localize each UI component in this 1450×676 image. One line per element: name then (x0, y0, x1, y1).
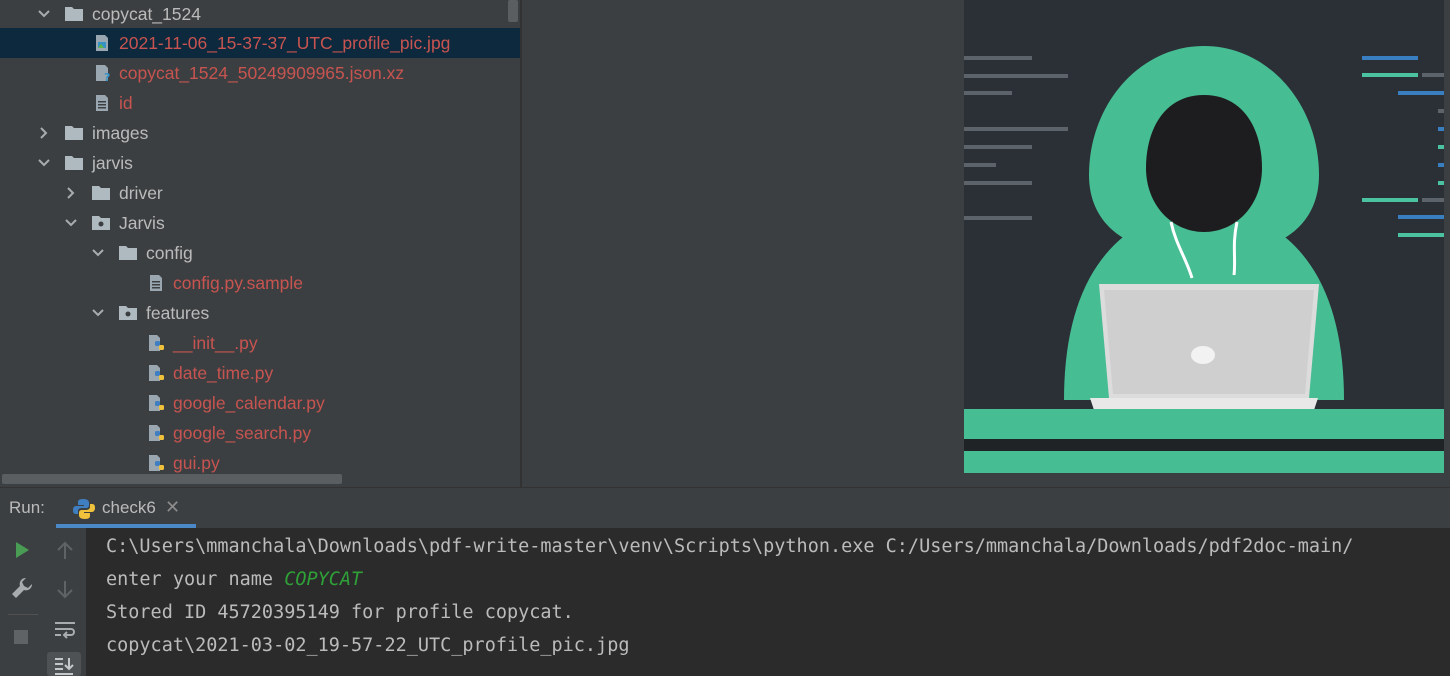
python-file-icon (149, 395, 164, 411)
tree-item-label: config.py.sample (173, 273, 304, 293)
tree-item-label: google_search.py (173, 423, 312, 443)
tree-folder-jarvis[interactable]: jarvis (0, 148, 520, 178)
run-console-output[interactable]: C:\Users\mmanchala\Downloads\pdf-write-m… (86, 528, 1450, 676)
wrench-icon[interactable] (10, 576, 34, 600)
package-folder-icon (92, 216, 110, 230)
tree-item-label: __init__.py (173, 333, 258, 353)
tree-folder-driver[interactable]: driver (0, 178, 520, 208)
tree-file-date-time-py[interactable]: date_time.py (0, 358, 520, 388)
tree-package-features[interactable]: features (0, 298, 520, 328)
python-file-icon (149, 455, 164, 471)
folder-icon (65, 126, 83, 140)
tree-folder-copycat-1524[interactable]: copycat_1524 (0, 0, 520, 29)
tree-item-label: copycat_1524 (92, 4, 201, 24)
stop-icon[interactable] (12, 628, 30, 646)
rerun-icon[interactable] (12, 540, 32, 560)
text-file-icon (96, 95, 108, 111)
chevron-right-icon[interactable] (36, 125, 52, 141)
chevron-right-icon[interactable] (63, 185, 79, 201)
tree-item-label: id (119, 93, 133, 113)
console-line: copycat\2021-03-02_19-57-22_UTC_profile_… (106, 635, 630, 656)
text-file-icon (150, 275, 162, 291)
tree-file-profile-pic[interactable]: 2021-11-06_15-37-37_UTC_profile_pic.jpg (0, 28, 520, 58)
tree-item-label: date_time.py (173, 363, 274, 383)
tree-file-id[interactable]: id (0, 88, 520, 118)
tree-package-jarvis[interactable]: Jarvis (0, 208, 520, 238)
chevron-down-icon[interactable] (36, 155, 52, 171)
chevron-down-icon[interactable] (90, 245, 106, 261)
scroll-to-end-toggle[interactable] (47, 652, 81, 676)
toolbar-separator (8, 614, 38, 615)
package-folder-icon (119, 306, 137, 320)
tree-item-label: gui.py (173, 453, 220, 473)
scroll-to-end-icon (55, 658, 74, 675)
image-file-icon (96, 35, 108, 51)
arrow-down-icon[interactable] (54, 578, 76, 600)
console-line: C:\Users\mmanchala\Downloads\pdf-write-m… (106, 536, 1354, 557)
folder-icon (65, 7, 83, 21)
close-tab-icon[interactable]: ✕ (165, 497, 180, 518)
tree-item-label: config (146, 243, 193, 263)
folder-icon (92, 186, 110, 200)
tree-file-google-calendar-py[interactable]: google_calendar.py (0, 388, 520, 418)
tree-item-label: google_calendar.py (173, 393, 325, 413)
unknown-file-icon: ? (96, 65, 110, 82)
tree-folder-images[interactable]: images (0, 118, 520, 148)
console-line: Stored ID 45720395149 for profile copyca… (106, 602, 574, 623)
console-line: enter your name COPYCAT (106, 569, 362, 590)
chevron-down-icon[interactable] (90, 305, 106, 321)
tree-item-label: copycat_1524_50249909965.json.xz (119, 63, 405, 83)
tree-item-label: driver (119, 183, 163, 203)
svg-text:?: ? (104, 71, 110, 82)
chevron-down-icon[interactable] (36, 6, 52, 22)
console-user-input: COPYCAT (284, 569, 363, 590)
chevron-down-icon[interactable] (63, 215, 79, 231)
folder-icon (65, 156, 83, 170)
tree-item-label: Jarvis (119, 213, 165, 233)
tree-item-label: features (146, 303, 210, 323)
python-file-icon (149, 425, 164, 441)
folder-icon (119, 246, 137, 260)
python-file-icon (149, 365, 164, 381)
python-icon (73, 499, 95, 519)
tree-folder-config[interactable]: config (0, 238, 520, 268)
tree-file-google-search-py[interactable]: google_search.py (0, 418, 520, 448)
tree-vertical-scrollbar[interactable] (508, 0, 518, 22)
arrow-up-icon[interactable] (54, 540, 76, 562)
tree-file-json-xz[interactable]: ? copycat_1524_50249909965.json.xz (0, 58, 520, 88)
image-preview (964, 0, 1444, 473)
tree-horizontal-scrollbar[interactable] (2, 474, 342, 484)
python-file-icon (149, 335, 164, 351)
run-panel-title: Run: (9, 498, 45, 517)
console-prompt: enter your name (106, 569, 285, 590)
run-panel-header: Run: check6 ✕ (0, 487, 1450, 528)
tree-file-init-py[interactable]: __init__.py (0, 328, 520, 358)
tree-item-label: images (92, 123, 149, 143)
tree-file-config-sample[interactable]: config.py.sample (0, 268, 520, 298)
tree-item-label: jarvis (92, 153, 133, 173)
project-tree[interactable]: copycat_1524 2021-11-06_15-37-37_UTC_pro… (0, 0, 520, 487)
run-toolbar (0, 528, 86, 676)
tree-item-label: 2021-11-06_15-37-37_UTC_profile_pic.jpg (119, 33, 451, 53)
run-tab-label: check6 (102, 498, 156, 517)
soft-wrap-icon[interactable] (53, 618, 77, 642)
